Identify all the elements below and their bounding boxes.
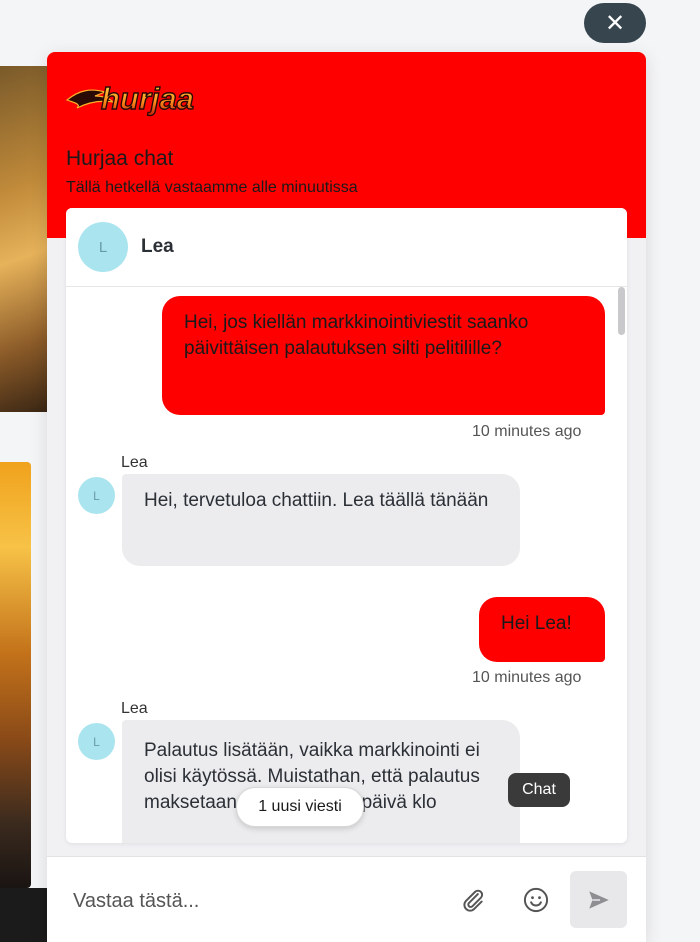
- sender-avatar: L: [78, 723, 115, 760]
- agent-avatar-initial: L: [98, 238, 108, 256]
- message-timestamp: 10 minutes ago: [472, 669, 582, 686]
- brand-logo: hurjaa: [65, 80, 195, 117]
- paperclip-icon: [463, 889, 484, 912]
- reply-input[interactable]: [71, 883, 435, 919]
- emoji-button[interactable]: [518, 882, 554, 918]
- sender-avatar-initial: L: [93, 734, 100, 749]
- message-timestamp: 10 minutes ago: [472, 423, 582, 440]
- agent-bar: L Lea: [66, 208, 627, 287]
- agent-avatar: L: [78, 222, 128, 272]
- attach-button[interactable]: [455, 882, 491, 918]
- message-sender: Lea: [121, 700, 148, 717]
- close-icon: ✕: [604, 9, 626, 37]
- message-list[interactable]: Hei, jos kiellän markkinointiviestit saa…: [66, 287, 627, 843]
- chat-title: Hurjaa chat: [66, 147, 174, 170]
- background-dark-strip: [0, 888, 48, 942]
- conversation-card: L Lea Hei, jos kiellän markkinointiviest…: [66, 208, 627, 843]
- chat-subtitle: Tällä hetkellä vastaamme alle minuutissa: [66, 179, 358, 196]
- scrollbar-thumb[interactable]: [618, 287, 625, 335]
- message-outgoing: Hei, jos kiellän markkinointiviestit saa…: [162, 296, 605, 415]
- new-messages-pill[interactable]: 1 uusi viesti: [236, 787, 364, 827]
- message-incoming: Hei, tervetuloa chattiin. Lea täällä tän…: [122, 474, 520, 566]
- close-chat-button[interactable]: ✕: [584, 3, 646, 43]
- send-button[interactable]: [570, 871, 627, 928]
- send-icon: [588, 890, 609, 909]
- background-image-top: [0, 66, 48, 412]
- agent-name: Lea: [141, 236, 174, 257]
- brand-logo-text: hurjaa: [101, 81, 194, 116]
- message-sender: Lea: [121, 454, 148, 471]
- chat-tooltip: Chat: [508, 773, 570, 807]
- message-outgoing: Hei Lea!: [479, 597, 605, 662]
- smiley-icon: [523, 887, 549, 913]
- message-composer: [47, 856, 646, 942]
- background-image-middle: [0, 462, 31, 888]
- sender-avatar: L: [78, 477, 115, 514]
- sender-avatar-initial: L: [93, 488, 100, 503]
